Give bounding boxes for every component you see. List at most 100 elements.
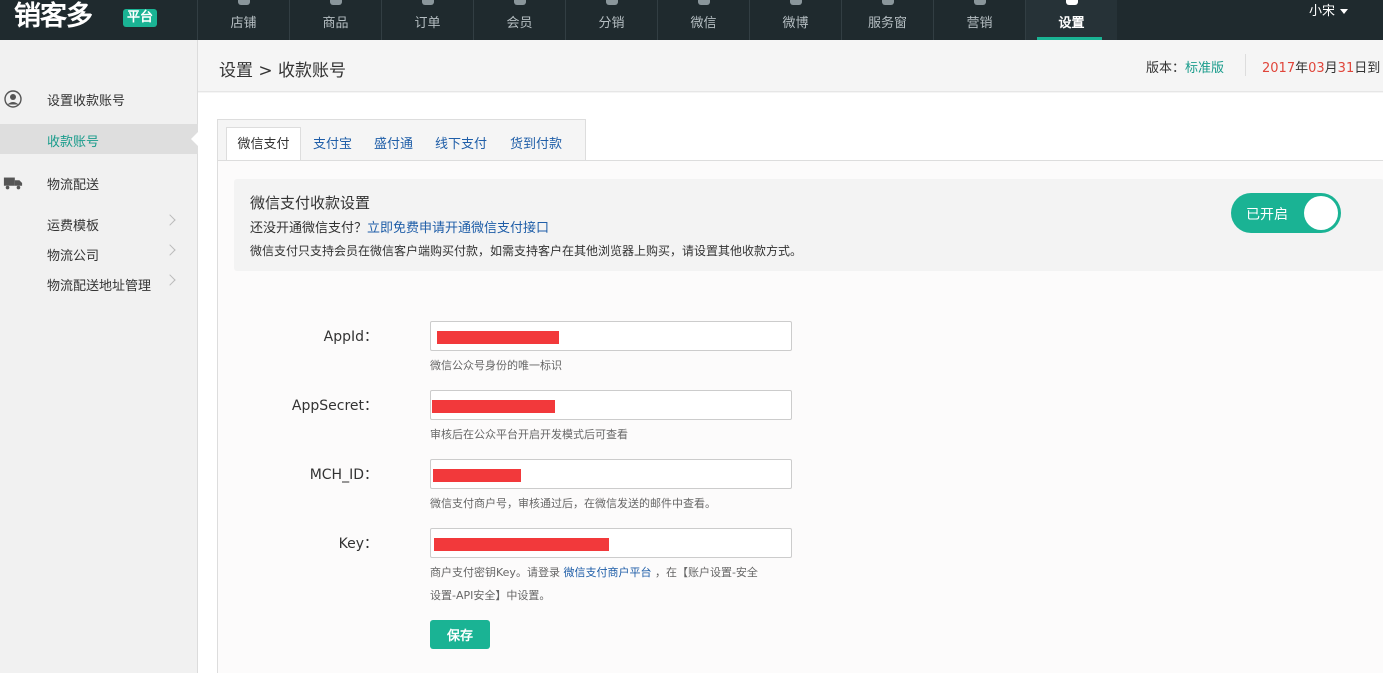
top-navbar: 销客多 平台 店铺 商品 订单 会员 分销 微信 微博 服务窗 营销 设置 小宋: [0, 0, 1383, 40]
appsecret-help: 审核后在公众平台开启开发模式后可查看: [430, 428, 628, 441]
marketing-icon: [973, 0, 986, 5]
nav-item-marketing[interactable]: 营销: [933, 0, 1025, 40]
mchid-help: 微信支付商户号，审核通过后，在微信发送的邮件中查看。: [430, 497, 716, 510]
tab-offline-pay[interactable]: 线下支付: [435, 128, 487, 161]
members-icon: [513, 0, 526, 5]
chevron-right-icon: [164, 214, 176, 226]
nav-item-wechat[interactable]: 微信: [657, 0, 749, 40]
sidebar-item-address-management[interactable]: 物流配送地址管理: [0, 268, 198, 298]
key-help-line2: 设置-API安全】中设置。: [430, 589, 551, 602]
key-help: 商户支付密钥Key。请登录 微信支付商户平台 ，在【账户设置-安全: [430, 564, 758, 580]
logo-text: 销客多: [14, 1, 93, 32]
version-label: 版本：: [1146, 61, 1186, 76]
sidebar: 设置收款账号 收款账号 物流配送 运费模板 物流公司 物流配送地址管理: [0, 40, 199, 673]
form-row-appid: AppId：: [218, 321, 818, 361]
user-name: 小宋: [1309, 4, 1336, 19]
tab-panel: 微信支付收款设置 还没开通微信支付？立即免费申请开通微信支付接口 微信支付只支持…: [217, 160, 1383, 673]
nav-item-distribution[interactable]: 分销: [565, 0, 657, 40]
enable-toggle[interactable]: 已开启: [1231, 193, 1341, 233]
appid-input[interactable]: [430, 321, 792, 351]
save-button[interactable]: 保存: [430, 620, 490, 649]
nav-label: 会员: [506, 16, 533, 31]
caret-down-icon: [1340, 9, 1349, 14]
user-circle-icon: [4, 90, 22, 108]
nav-item-store[interactable]: 店铺: [197, 0, 289, 40]
page-header: 设置 > 收款账号 版本：标准版 2017年03月31日到: [198, 40, 1383, 92]
nav-item-products[interactable]: 商品: [289, 0, 381, 40]
products-icon: [329, 0, 342, 5]
main-content: 微信支付 支付宝 盛付通 线下支付 货到付款 微信支付收款设置 还没开通微信支付…: [198, 93, 1383, 673]
breadcrumb: 设置 > 收款账号: [219, 61, 347, 81]
version-value[interactable]: 标准版: [1185, 61, 1224, 76]
nav-label: 微信: [690, 16, 717, 31]
redacted-value: [432, 400, 555, 413]
tab-alipay[interactable]: 支付宝: [313, 128, 352, 161]
distribution-icon: [605, 0, 618, 5]
form-row-key: Key：: [218, 528, 818, 568]
expire-day: 31: [1337, 61, 1355, 76]
key-label: Key：: [338, 536, 378, 552]
redacted-value: [434, 538, 609, 551]
apply-wechat-pay-link[interactable]: 立即免费申请开通微信支付接口: [367, 221, 549, 236]
wechat-icon: [697, 0, 710, 5]
expire-year-suffix: 年: [1295, 61, 1309, 76]
info-apply-line: 还没开通微信支付？立即免费申请开通微信支付接口: [250, 217, 549, 236]
sidebar-group-label: 物流配送: [47, 178, 100, 193]
expire-month: 03: [1308, 61, 1325, 76]
chevron-right-icon: [164, 244, 176, 256]
wechat-pay-info-box: 微信支付收款设置 还没开通微信支付？立即免费申请开通微信支付接口 微信支付只支持…: [234, 179, 1383, 271]
form-row-mchid: MCH_ID：: [218, 459, 818, 499]
sidebar-item-label: 物流公司: [47, 249, 100, 264]
info-apply-prefix: 还没开通微信支付？: [250, 221, 368, 236]
sidebar-item-logistics-company[interactable]: 物流公司: [0, 238, 198, 268]
redacted-value: [433, 469, 521, 482]
sidebar-group-label: 设置收款账号: [47, 94, 126, 109]
expire-date: 2017年03月31日到: [1262, 57, 1380, 76]
sidebar-item-payment-account[interactable]: 收款账号: [0, 124, 199, 154]
sidebar-item-label: 收款账号: [47, 135, 100, 150]
chevron-right-icon: [164, 274, 176, 286]
appid-help: 微信公众号身份的唯一标识: [430, 359, 562, 372]
expire-year: 2017: [1262, 61, 1296, 76]
weibo-icon: [789, 0, 802, 5]
sidebar-item-label: 物流配送地址管理: [47, 279, 152, 294]
logo-badge: 平台: [123, 9, 158, 27]
nav-item-settings[interactable]: 设置: [1025, 0, 1117, 40]
nav-label: 分销: [598, 16, 625, 31]
info-title: 微信支付收款设置: [250, 194, 371, 212]
sidebar-item-shipping-template[interactable]: 运费模板: [0, 208, 198, 238]
appsecret-input[interactable]: [430, 390, 792, 420]
tab-wechat-pay[interactable]: 微信支付: [226, 127, 301, 161]
user-menu[interactable]: 小宋: [1309, 0, 1349, 19]
tab-cash-on-delivery[interactable]: 货到付款: [510, 128, 562, 161]
nav-item-members[interactable]: 会员: [473, 0, 565, 40]
store-icon: [237, 0, 250, 5]
header-divider: [1245, 54, 1246, 76]
tab-shengpay[interactable]: 盛付通: [374, 128, 413, 161]
key-input[interactable]: [430, 528, 792, 558]
truck-icon: [3, 177, 23, 190]
nav-item-orders[interactable]: 订单: [381, 0, 473, 40]
mchid-label: MCH_ID：: [309, 467, 378, 483]
gear-icon: [1065, 0, 1078, 5]
appid-label: AppId：: [323, 329, 378, 345]
nav-label: 设置: [1058, 16, 1085, 31]
sidebar-item-label: 运费模板: [47, 219, 100, 234]
nav-label: 营销: [966, 16, 993, 31]
brand-logo[interactable]: 销客多 平台: [14, 0, 164, 40]
sidebar-group-payment-account: 设置收款账号: [0, 82, 198, 112]
nav-label: 微博: [782, 16, 809, 31]
key-help-prefix: 商户支付密钥Key。请登录: [430, 566, 560, 579]
nav-item-service-window[interactable]: 服务窗: [841, 0, 933, 40]
key-help-suffix: ，在【账户设置-安全: [654, 566, 758, 579]
service-window-icon: [881, 0, 894, 5]
toggle-label: 已开启: [1246, 207, 1288, 223]
expire-month-suffix: 月: [1324, 61, 1338, 76]
mchid-input[interactable]: [430, 459, 792, 489]
redacted-value: [437, 331, 559, 344]
wechat-merchant-platform-link[interactable]: 微信支付商户平台: [563, 566, 651, 579]
appsecret-label: AppSecret：: [291, 398, 378, 414]
nav-item-weibo[interactable]: 微博: [749, 0, 841, 40]
info-note: 微信支付只支持会员在微信客户端购买付款，如需支持客户在其他浏览器上购买，请设置其…: [250, 244, 803, 258]
form-row-appsecret: AppSecret：: [218, 390, 818, 430]
